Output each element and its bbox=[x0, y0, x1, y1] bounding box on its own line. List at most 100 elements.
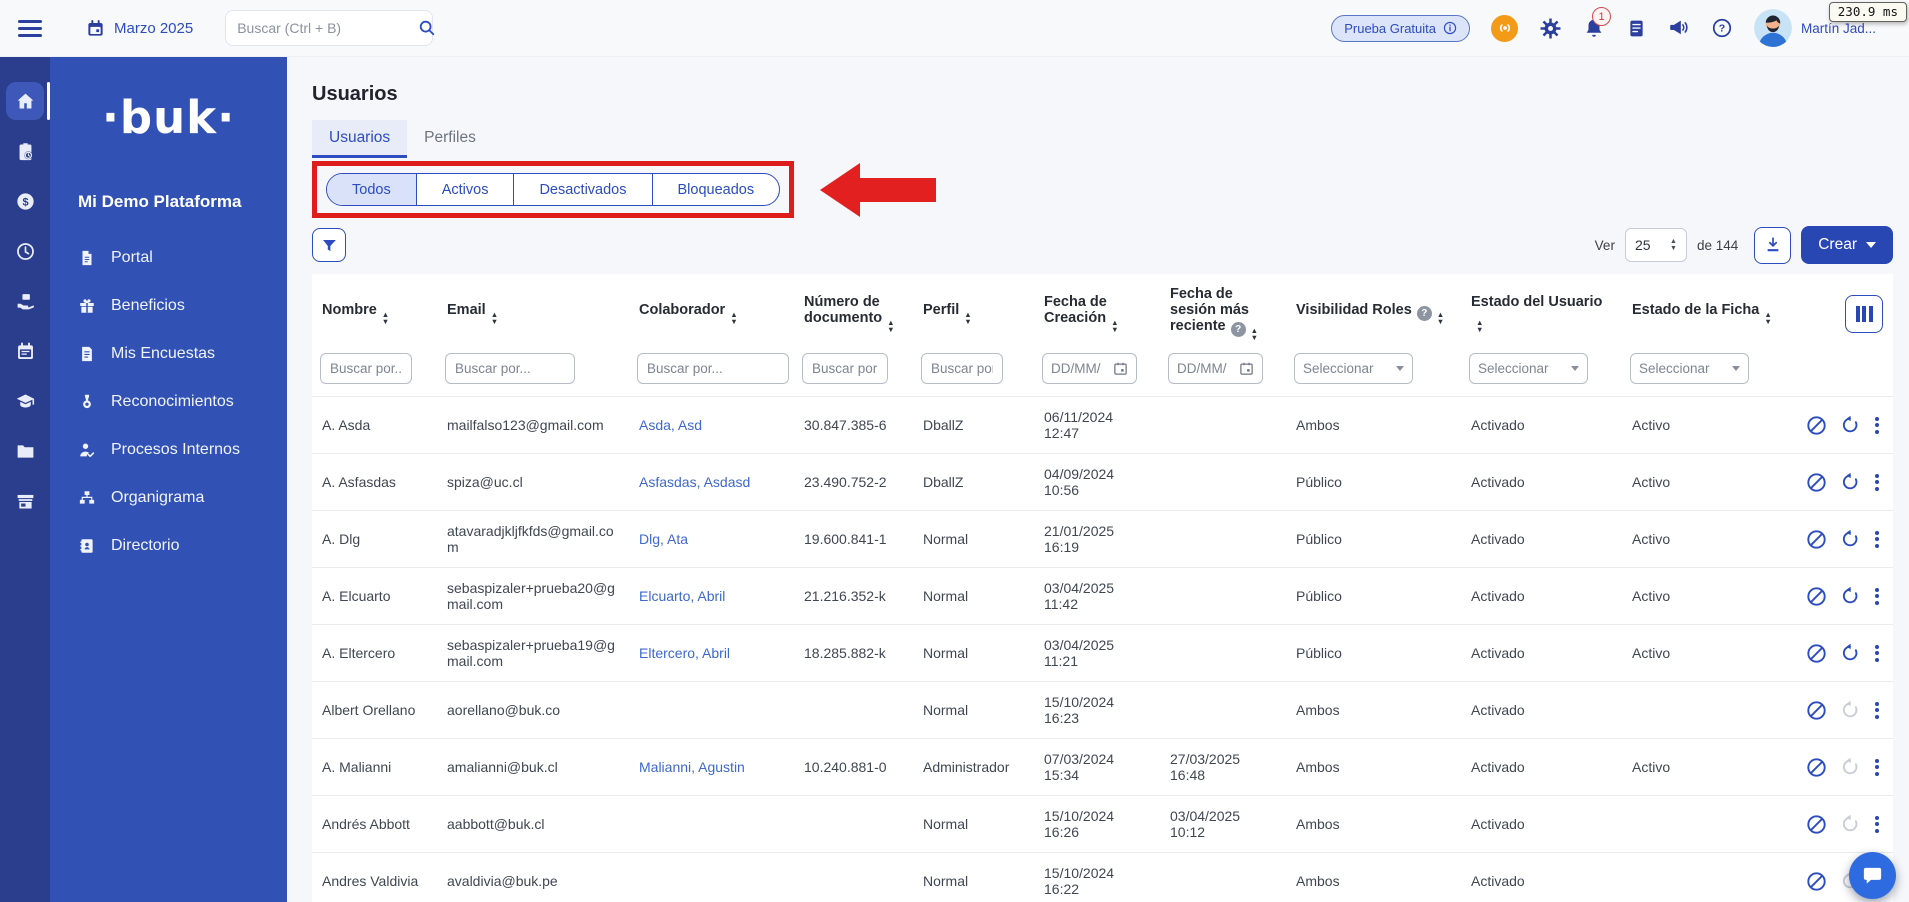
column-header-0[interactable]: Nombre bbox=[312, 274, 437, 349]
row-menu-kebab-icon[interactable] bbox=[1873, 814, 1881, 835]
column-header-9[interactable]: Estado de la Ficha bbox=[1622, 274, 1797, 349]
search-icon[interactable] bbox=[418, 19, 436, 37]
block-user-icon[interactable] bbox=[1806, 415, 1827, 436]
reset-password-icon[interactable] bbox=[1840, 529, 1860, 549]
sort-icon[interactable] bbox=[382, 311, 389, 325]
filter-activos[interactable]: Activos bbox=[415, 174, 514, 205]
column-header-3[interactable]: Número de documento bbox=[794, 274, 913, 349]
calendar-icon[interactable] bbox=[1239, 361, 1254, 376]
block-user-icon[interactable] bbox=[1806, 871, 1827, 892]
colaborador-link[interactable]: Dlg, Ata bbox=[639, 531, 688, 547]
sort-icon[interactable] bbox=[1437, 311, 1444, 325]
colaborador-link[interactable]: Malianni, Agustin bbox=[639, 759, 745, 775]
filter-select-2[interactable]: Seleccionar bbox=[1630, 353, 1749, 384]
column-header-6[interactable]: Fecha de sesión más reciente? bbox=[1160, 274, 1286, 349]
column-header-4[interactable]: Perfil bbox=[913, 274, 1034, 349]
row-menu-kebab-icon[interactable] bbox=[1873, 700, 1881, 721]
colaborador-link[interactable]: Eltercero, Abril bbox=[639, 645, 730, 661]
sort-icon[interactable] bbox=[1764, 311, 1771, 325]
chat-bubble-button[interactable] bbox=[1849, 852, 1896, 899]
column-header-7[interactable]: Visibilidad Roles? bbox=[1286, 274, 1461, 349]
column-header-5[interactable]: Fecha de Creación bbox=[1034, 274, 1160, 349]
rail-item-graduation-cap-icon[interactable] bbox=[0, 381, 50, 421]
filter-date-input-0[interactable]: DD/MM/ bbox=[1042, 353, 1137, 384]
rail-item-clock-icon[interactable] bbox=[0, 231, 50, 271]
reset-password-icon[interactable] bbox=[1840, 472, 1860, 492]
row-menu-kebab-icon[interactable] bbox=[1873, 643, 1881, 664]
block-user-icon[interactable] bbox=[1806, 643, 1827, 664]
filter-funnel-button[interactable] bbox=[312, 228, 346, 262]
row-menu-kebab-icon[interactable] bbox=[1873, 415, 1881, 436]
sort-icon[interactable] bbox=[964, 311, 971, 325]
filter-search-input-3[interactable] bbox=[802, 353, 888, 384]
hamburger-menu-icon[interactable] bbox=[18, 19, 42, 37]
help-icon[interactable]: ? bbox=[1416, 306, 1432, 321]
block-user-icon[interactable] bbox=[1806, 529, 1827, 550]
colaborador-link[interactable]: Asda, Asd bbox=[639, 417, 702, 433]
column-header-8[interactable]: Estado del Usuario bbox=[1461, 274, 1622, 349]
global-search-input[interactable] bbox=[237, 20, 419, 36]
colaborador-link[interactable]: Elcuarto, Abril bbox=[639, 588, 725, 604]
user-name[interactable]: Martín Jad... bbox=[1801, 21, 1895, 36]
sort-icon[interactable] bbox=[1111, 319, 1118, 333]
notifications-bell-icon[interactable]: 1 bbox=[1583, 7, 1611, 39]
rail-item-clipboard-clock-icon[interactable] bbox=[0, 131, 50, 171]
sort-icon[interactable] bbox=[730, 311, 737, 325]
news-list-icon[interactable] bbox=[1626, 18, 1647, 39]
calendar-icon[interactable] bbox=[1113, 361, 1128, 376]
sidebar-item-mis-encuestas[interactable]: Mis Encuestas bbox=[50, 330, 287, 378]
sidebar-item-directorio[interactable]: Directorio bbox=[50, 522, 287, 570]
column-header-2[interactable]: Colaborador bbox=[629, 274, 794, 349]
reset-password-icon[interactable] bbox=[1840, 586, 1860, 606]
filter-desactivados[interactable]: Desactivados bbox=[513, 174, 651, 205]
row-menu-kebab-icon[interactable] bbox=[1873, 757, 1881, 778]
download-button[interactable] bbox=[1754, 226, 1792, 264]
avatar[interactable] bbox=[1754, 9, 1792, 47]
page-size-select[interactable]: 25 bbox=[1624, 228, 1687, 262]
filter-select-0[interactable]: Seleccionar bbox=[1294, 353, 1413, 384]
sidebar-item-organigrama[interactable]: Organigrama bbox=[50, 474, 287, 522]
help-icon[interactable]: ? bbox=[1711, 17, 1733, 39]
global-search[interactable] bbox=[225, 10, 436, 46]
columns-config-button[interactable] bbox=[1845, 294, 1883, 333]
tab-usuarios[interactable]: Usuarios bbox=[312, 120, 408, 158]
help-icon[interactable]: ? bbox=[1230, 322, 1246, 337]
row-menu-kebab-icon[interactable] bbox=[1873, 529, 1881, 550]
colaborador-link[interactable]: Asfasdas, Asdasd bbox=[639, 474, 750, 490]
row-menu-kebab-icon[interactable] bbox=[1873, 586, 1881, 607]
rail-item-home-icon[interactable] bbox=[0, 81, 50, 121]
trial-badge[interactable]: Prueba Gratuita bbox=[1331, 14, 1470, 42]
filter-bloqueados[interactable]: Bloqueados bbox=[651, 174, 780, 205]
broadcast-icon[interactable] bbox=[1491, 14, 1518, 42]
sidebar-item-beneficios[interactable]: Beneficios bbox=[50, 282, 287, 330]
sort-icon[interactable] bbox=[887, 319, 894, 333]
reset-password-icon[interactable] bbox=[1840, 643, 1860, 663]
reset-password-icon[interactable] bbox=[1840, 814, 1860, 834]
block-user-icon[interactable] bbox=[1806, 814, 1827, 835]
sort-icon[interactable] bbox=[1476, 319, 1483, 333]
rail-item-calendar-icon[interactable] bbox=[0, 331, 50, 371]
rail-item-dollar-icon[interactable]: $ bbox=[0, 181, 50, 221]
sidebar-item-reconocimientos[interactable]: Reconocimientos bbox=[50, 378, 287, 426]
filter-search-input-4[interactable] bbox=[921, 353, 1003, 384]
block-user-icon[interactable] bbox=[1806, 586, 1827, 607]
reset-password-icon[interactable] bbox=[1840, 415, 1860, 435]
block-user-icon[interactable] bbox=[1806, 472, 1827, 493]
filter-search-input-2[interactable] bbox=[637, 353, 789, 384]
sort-icon[interactable] bbox=[1251, 327, 1258, 341]
filter-search-input-1[interactable] bbox=[445, 353, 575, 384]
sidebar-item-procesos-internos[interactable]: Procesos Internos bbox=[50, 426, 287, 474]
filter-date-input-1[interactable]: DD/MM/ bbox=[1168, 353, 1263, 384]
reset-password-icon[interactable] bbox=[1840, 700, 1860, 720]
rail-item-folder-icon[interactable] bbox=[0, 431, 50, 471]
period-label[interactable]: Marzo 2025 bbox=[114, 20, 193, 37]
sort-icon[interactable] bbox=[491, 311, 498, 325]
info-icon[interactable] bbox=[1443, 21, 1457, 35]
filter-search-input-0[interactable] bbox=[320, 353, 412, 384]
filter-select-1[interactable]: Seleccionar bbox=[1469, 353, 1588, 384]
block-user-icon[interactable] bbox=[1806, 757, 1827, 778]
sidebar-item-portal[interactable]: Portal bbox=[50, 234, 287, 282]
column-header-1[interactable]: Email bbox=[437, 274, 629, 349]
block-user-icon[interactable] bbox=[1806, 700, 1827, 721]
rail-item-hand-gift-icon[interactable] bbox=[0, 281, 50, 321]
